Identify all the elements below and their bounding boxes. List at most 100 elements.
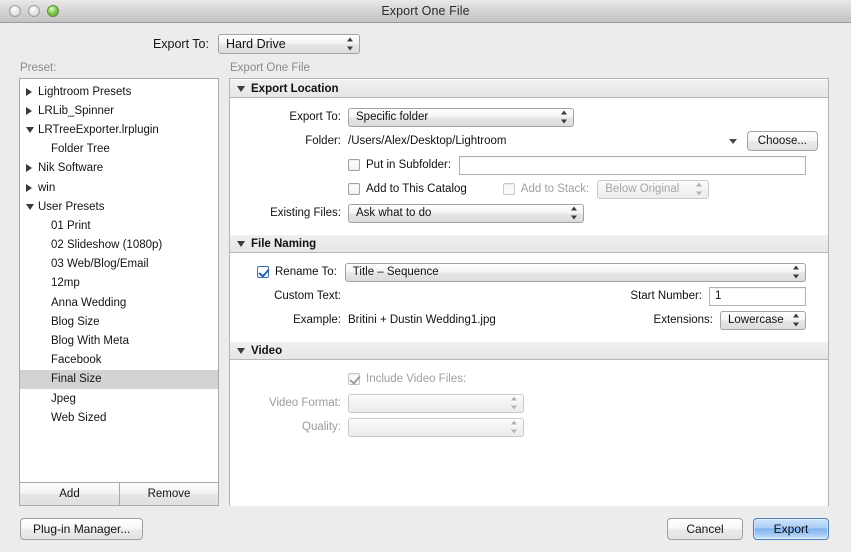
disclosure-triangle-icon[interactable] <box>237 347 245 354</box>
example-label: Example: <box>293 314 341 326</box>
add-to-stack-checkbox[interactable] <box>502 183 515 195</box>
existing-files-select[interactable]: Ask what to do <box>348 203 584 223</box>
folder-label: Folder: <box>305 135 341 147</box>
section-body-export-location: Export To: Specific folder Folder: /User… <box>230 98 828 234</box>
chevron-updown-icon <box>346 37 353 51</box>
export-to-select[interactable]: Specific folder <box>348 107 574 127</box>
chevron-down-icon[interactable] <box>26 126 38 133</box>
chevron-right-icon[interactable] <box>26 87 38 96</box>
preset-item-02-slideshow[interactable]: 02 Slideshow (1080p) <box>20 236 218 255</box>
section-header-export-location[interactable]: Export Location <box>230 79 828 98</box>
chevron-right-icon[interactable] <box>26 106 38 115</box>
preset-caption: Preset: <box>20 62 57 74</box>
preset-group-lrtreeexporter[interactable]: LRTreeExporter.lrplugin <box>20 120 218 139</box>
chevron-down-icon[interactable] <box>26 203 38 210</box>
preset-label: 01 Print <box>51 219 91 232</box>
preset-item-blog-size[interactable]: Blog Size <box>20 312 218 331</box>
preset-label: 02 Slideshow (1080p) <box>51 239 163 252</box>
include-video-files-label: Include Video Files: <box>366 373 467 385</box>
preset-label: Web Sized <box>51 411 107 424</box>
include-video-files-checkbox[interactable] <box>348 373 360 385</box>
minimize-button[interactable] <box>28 5 40 17</box>
settings-panel: Export One File Export Location Export T… <box>229 62 851 506</box>
folder-path-value: /Users/Alex/Desktop/Lightroom <box>348 135 507 147</box>
preset-tree[interactable]: Lightroom Presets LRLib_Spinner LRTreeEx… <box>20 79 218 482</box>
start-number-label: Start Number: <box>630 290 702 302</box>
preset-label: LRTreeExporter.lrplugin <box>38 123 159 136</box>
preset-label: LRLib_Spinner <box>38 104 115 117</box>
video-format-select[interactable] <box>348 393 524 413</box>
add-preset-button[interactable]: Add <box>20 483 119 505</box>
preset-label: Blog With Meta <box>51 335 129 348</box>
choose-folder-button[interactable]: Choose... <box>746 131 818 151</box>
add-to-catalog-label: Add to This Catalog <box>366 183 467 195</box>
preset-group-user-presets[interactable]: User Presets <box>20 197 218 216</box>
preset-item-folder-tree[interactable]: Folder Tree <box>20 140 218 159</box>
video-quality-select[interactable] <box>348 417 524 437</box>
add-to-stack-value: Below Original <box>605 183 680 195</box>
chevron-updown-icon <box>695 182 702 196</box>
custom-text-label: Custom Text: <box>274 290 341 302</box>
section-header-file-naming[interactable]: File Naming <box>230 234 828 253</box>
export-button[interactable]: Export <box>753 518 829 540</box>
preset-panel: Preset: Lightroom Presets LRLib_Spinner … <box>0 62 219 506</box>
chevron-right-icon[interactable] <box>26 183 38 192</box>
preset-group-win[interactable]: win <box>20 178 218 197</box>
plugin-manager-button[interactable]: Plug-in Manager... <box>20 518 144 540</box>
video-quality-row: Quality: <box>230 415 828 439</box>
disclosure-triangle-icon[interactable] <box>237 240 245 247</box>
chevron-right-icon[interactable] <box>26 164 38 173</box>
preset-item-web-sized[interactable]: Web Sized <box>20 408 218 427</box>
section-title: File Naming <box>251 237 317 250</box>
chevron-updown-icon <box>510 396 517 410</box>
settings-scroll-area[interactable]: Export Location Export To: Specific fold… <box>229 78 829 506</box>
start-number-input[interactable]: 1 <box>709 286 806 306</box>
rename-template-select[interactable]: Title – Sequence <box>344 262 806 282</box>
preset-item-blog-with-meta[interactable]: Blog With Meta <box>20 331 218 350</box>
preset-item-12mp[interactable]: 12mp <box>20 274 218 293</box>
preset-label: Anna Wedding <box>51 296 127 309</box>
dialog-footer: Plug-in Manager... Cancel Export <box>0 506 851 552</box>
chevron-updown-icon <box>792 265 799 279</box>
export-destination-label: Export To: <box>152 37 209 51</box>
cancel-button[interactable]: Cancel <box>667 518 743 540</box>
preset-label: Final Size <box>51 373 102 386</box>
preset-group-nik-software[interactable]: Nik Software <box>20 159 218 178</box>
export-destination-select[interactable]: Hard Drive <box>218 34 360 54</box>
put-in-subfolder-checkbox[interactable] <box>348 159 360 171</box>
preset-label: Folder Tree <box>51 143 110 156</box>
preset-item-03-web-blog-email[interactable]: 03 Web/Blog/Email <box>20 255 218 274</box>
rename-to-row: Rename To: Title – Sequence <box>230 260 828 284</box>
settings-caption: Export One File <box>230 62 310 74</box>
extensions-select[interactable]: Lowercase <box>720 310 806 330</box>
preset-item-jpeg[interactable]: Jpeg <box>20 389 218 408</box>
preset-item-final-size[interactable]: Final Size <box>20 369 218 389</box>
put-in-subfolder-input[interactable] <box>459 155 806 175</box>
export-destination-value: Hard Drive <box>226 37 286 51</box>
put-in-subfolder-label: Put in Subfolder: <box>366 159 452 171</box>
window-title: Export One File <box>381 4 470 18</box>
add-to-catalog-row: Add to This Catalog Add to Stack: Below … <box>230 177 828 201</box>
video-format-row: Video Format: <box>230 391 828 415</box>
rename-to-label: Rename To: <box>275 266 337 278</box>
title-bar: Export One File <box>0 0 851 23</box>
extensions-value: Lowercase <box>728 314 784 326</box>
disclosure-triangle-icon[interactable] <box>237 85 245 92</box>
remove-preset-button[interactable]: Remove <box>119 483 218 505</box>
zoom-button[interactable] <box>47 5 59 17</box>
close-button[interactable] <box>9 5 21 17</box>
panel-gutter <box>219 62 229 506</box>
add-to-stack-select[interactable]: Below Original <box>597 179 710 199</box>
preset-group-lightroom-presets[interactable]: Lightroom Presets <box>20 82 218 101</box>
rename-to-checkbox[interactable] <box>257 266 269 278</box>
add-to-catalog-checkbox[interactable] <box>348 183 360 195</box>
export-to-label: Export To: <box>289 111 341 123</box>
folder-history-chevron-down-icon[interactable] <box>728 138 737 144</box>
preset-item-facebook[interactable]: Facebook <box>20 351 218 370</box>
preset-group-lrlib-spinner[interactable]: LRLib_Spinner <box>20 101 218 120</box>
preset-label: 03 Web/Blog/Email <box>51 258 149 271</box>
existing-files-row: Existing Files: Ask what to do <box>230 201 828 225</box>
section-header-video[interactable]: Video <box>230 341 828 360</box>
preset-item-anna-wedding[interactable]: Anna Wedding <box>20 293 218 312</box>
preset-item-01-print[interactable]: 01 Print <box>20 216 218 235</box>
